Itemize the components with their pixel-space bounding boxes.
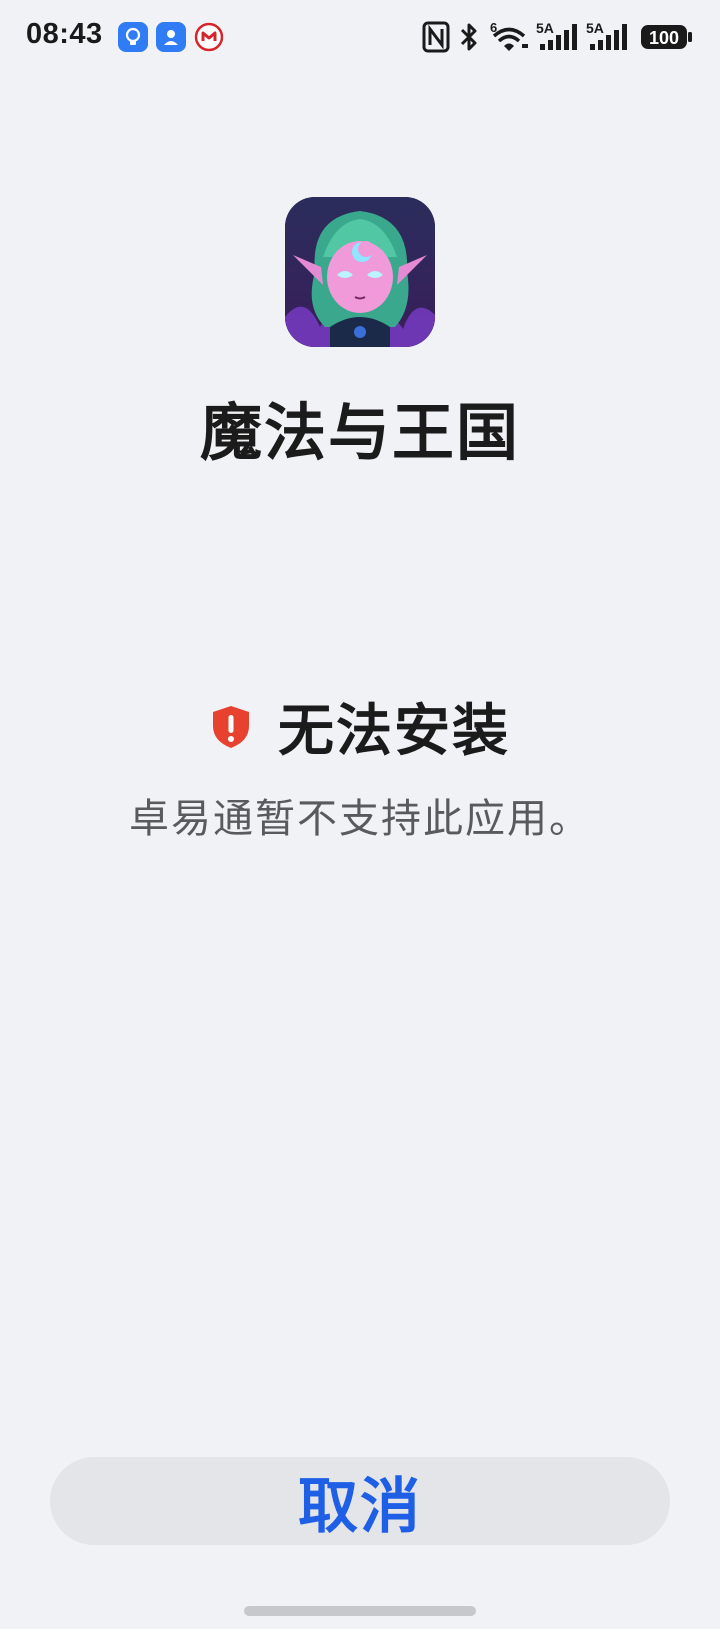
shield-alert-icon: [213, 705, 249, 748]
profile-icon: [156, 22, 186, 52]
lightbulb-icon: [118, 22, 148, 52]
signal-5a-icon: 5A: [586, 20, 627, 50]
nfc-icon: [422, 21, 450, 53]
svg-text:5A: 5A: [586, 20, 604, 36]
bank-icon: [194, 22, 224, 52]
home-indicator[interactable]: [244, 1606, 476, 1616]
status-bar: 08:43 6 5A 5A 100: [0, 0, 720, 76]
signal-5a-icon: 5A: [536, 20, 577, 50]
svg-text:5A: 5A: [536, 20, 554, 36]
wifi-icon: 6: [490, 20, 528, 51]
battery-icon: 100: [641, 25, 692, 49]
install-status-detail: 卓易通暂不支持此应用。: [129, 796, 591, 842]
cancel-button[interactable]: 取消: [50, 1457, 670, 1545]
svg-text:100: 100: [649, 28, 679, 48]
status-time: 08:43: [26, 18, 103, 50]
bluetooth-icon: [460, 23, 477, 51]
install-status-title: 无法安装: [278, 699, 510, 764]
app-name: 魔法与王国: [199, 396, 520, 469]
install-status: 无法安装: [0, 686, 720, 767]
game-character-icon: [285, 197, 435, 347]
